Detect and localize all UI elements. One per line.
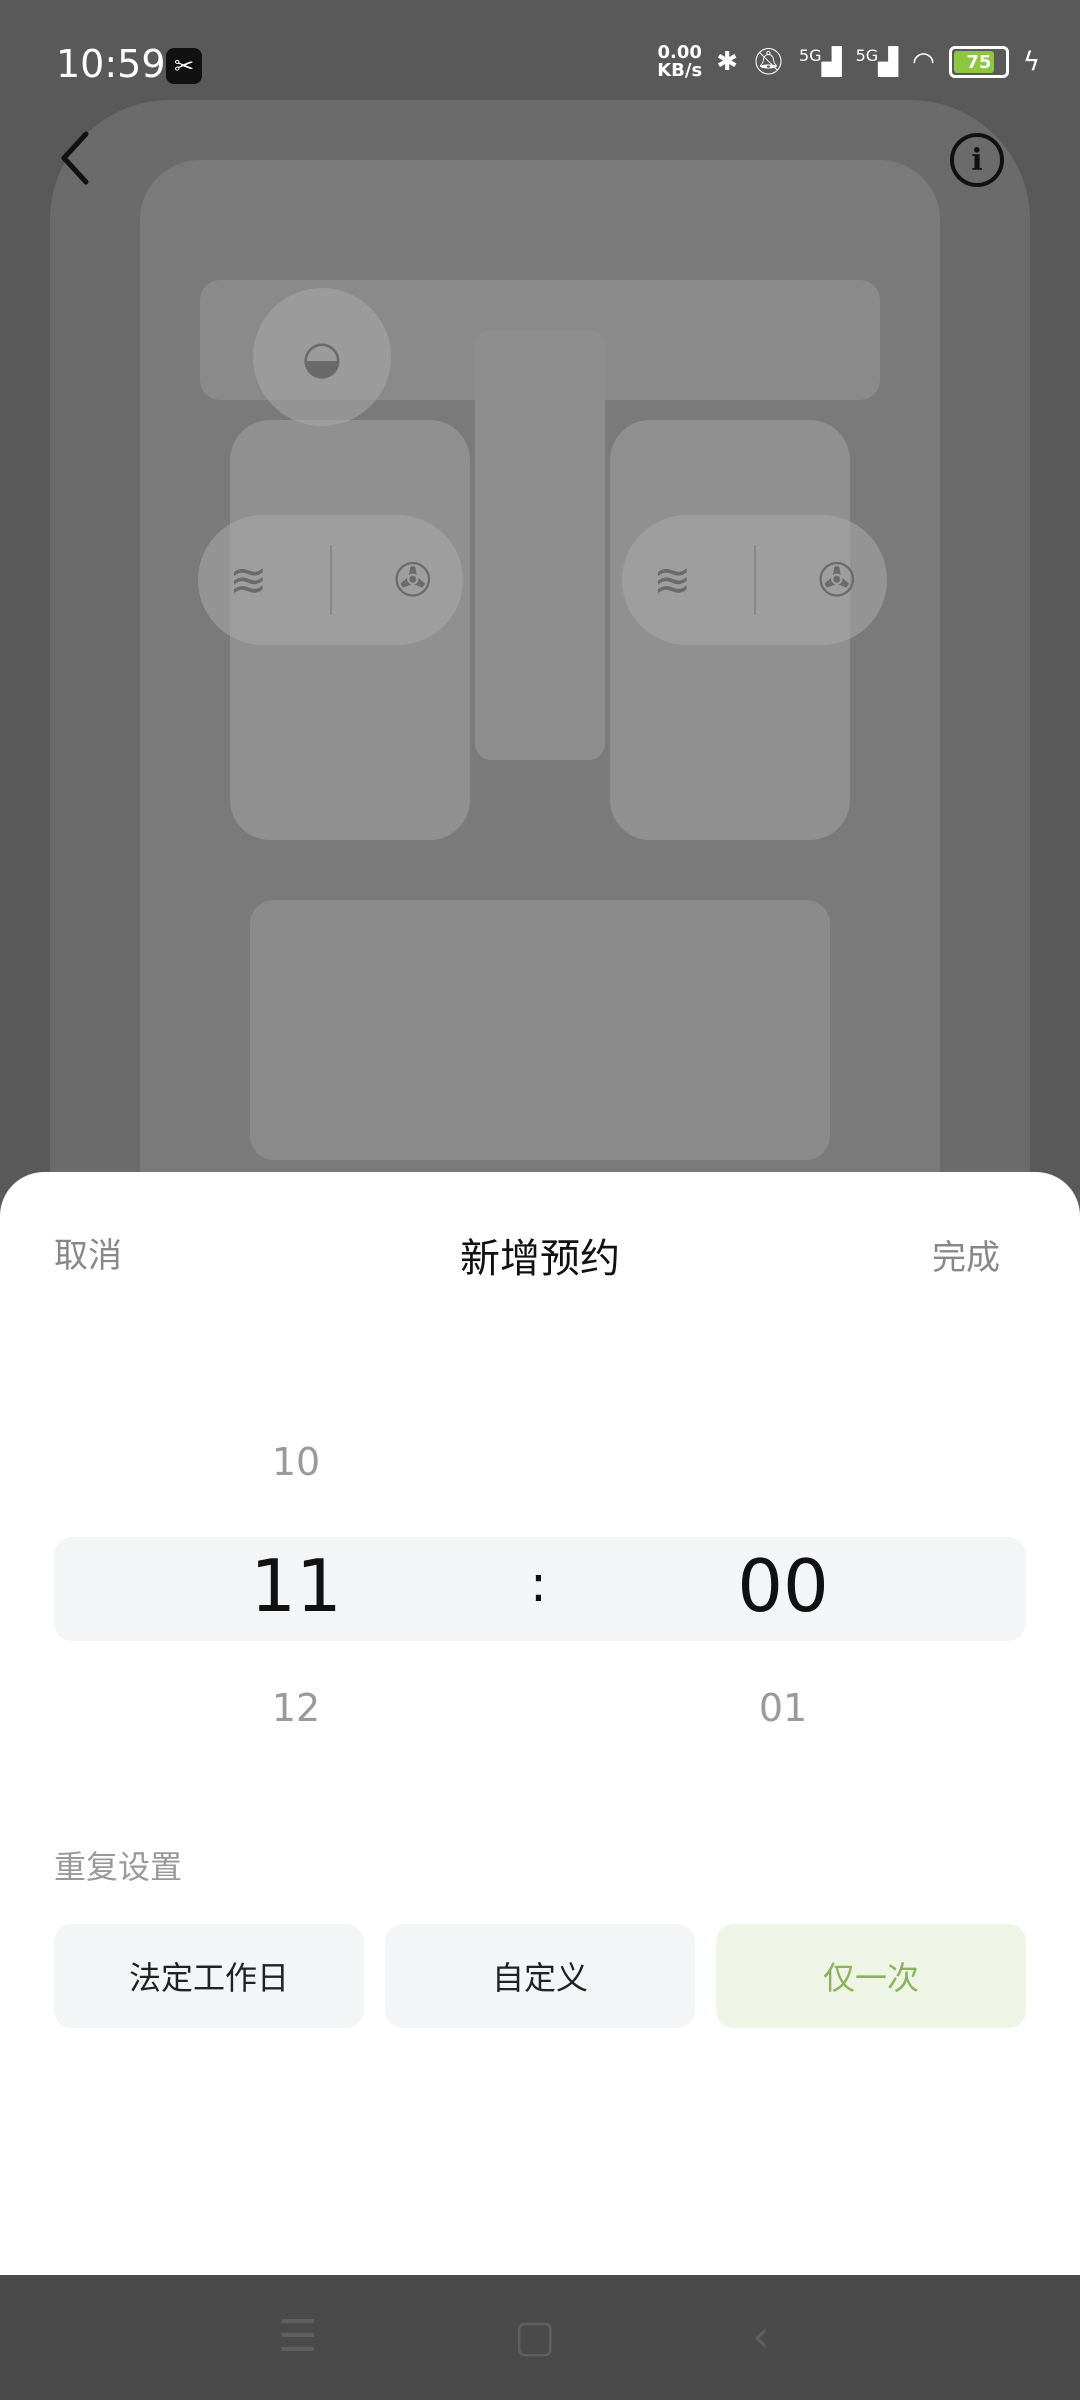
battery-indicator: 75 <box>948 46 1009 78</box>
repeat-settings-label: 重复设置 <box>54 1848 183 1886</box>
signal-1: 5G▟ <box>799 46 842 78</box>
notification-app-icon: ✂ <box>166 48 202 84</box>
charging-icon: ϟ <box>1022 47 1040 77</box>
back-chevron-icon[interactable] <box>56 128 96 188</box>
divider <box>329 545 332 615</box>
sheet-title: 新增预约 <box>460 1236 620 1282</box>
bluetooth-icon: ✱ <box>716 47 738 77</box>
system-nav-bar: ☰ ▢ ‹ <box>0 2275 1080 2400</box>
seat-ventilation-icon[interactable]: ✇ <box>393 557 432 603</box>
repeat-option-workdays[interactable]: 法定工作日 <box>54 1924 364 2028</box>
done-button[interactable]: 完成 <box>932 1230 1000 1279</box>
driver-seat-controls: ≋ ✇ <box>198 515 463 645</box>
battery-level: 75 <box>966 51 992 73</box>
hour-next[interactable]: 12 <box>196 1686 396 1730</box>
rear-bench <box>250 900 830 1160</box>
mute-bell-icon: 🔕︎ <box>751 47 785 77</box>
wifi-icon: ◠ <box>912 47 935 77</box>
repeat-option-custom[interactable]: 自定义 <box>385 1924 695 2028</box>
time-separator: : <box>530 1555 547 1613</box>
repeat-option-once[interactable]: 仅一次 <box>716 1924 1026 2028</box>
seat-heat-icon[interactable]: ≋ <box>229 557 268 603</box>
minute-next[interactable]: 01 <box>683 1686 883 1730</box>
reservation-sheet: 取消 新增预约 完成 10 11 12 : 00 01 重复设置 法定工作日 自… <box>0 1172 1080 2275</box>
seat-heat-icon[interactable]: ≋ <box>653 557 692 603</box>
info-icon[interactable]: i <box>950 133 1004 187</box>
seat-ventilation-icon[interactable]: ✇ <box>817 557 856 603</box>
passenger-seat-controls: ≋ ✇ <box>622 515 887 645</box>
status-bar: 10:59 ✂ 0.00 KB/s ✱ 🔕︎ 5G▟ 5G▟ ◠ 75 ϟ <box>0 0 1080 130</box>
steering-wheel-heat-icon: ◒ <box>301 330 343 384</box>
steering-heat-button[interactable]: ◒ <box>253 288 391 426</box>
status-time: 10:59 <box>56 42 166 86</box>
menu-icon[interactable]: ☰ <box>278 2311 317 2362</box>
hour-prev[interactable]: 10 <box>196 1440 396 1484</box>
center-console <box>475 330 605 760</box>
hour-selected[interactable]: 11 <box>196 1544 396 1628</box>
home-icon[interactable]: ▢ <box>514 2311 556 2362</box>
back-icon[interactable]: ‹ <box>752 2311 770 2362</box>
network-speed-unit: KB/s <box>657 60 703 81</box>
network-speed: 0.00 KB/s <box>657 44 702 80</box>
minute-selected[interactable]: 00 <box>683 1544 883 1628</box>
status-right: 0.00 KB/s ✱ 🔕︎ 5G▟ 5G▟ ◠ 75 ϟ <box>657 44 1040 80</box>
divider <box>753 545 756 615</box>
car-interior-image: ◒ ≋ ✇ ≋ ✇ <box>0 0 1080 1200</box>
signal-2: 5G▟ <box>855 46 899 78</box>
